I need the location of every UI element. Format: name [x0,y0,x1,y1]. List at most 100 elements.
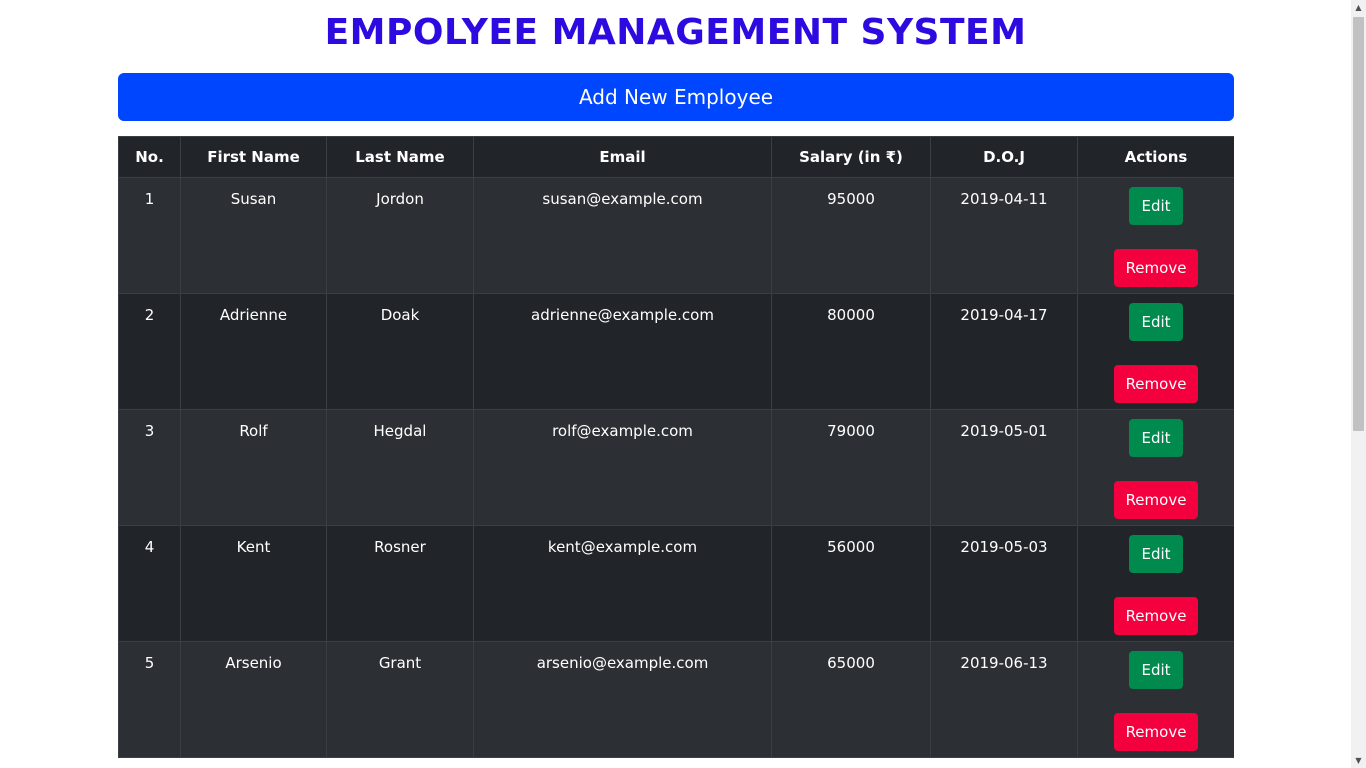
column-header-email: Email [473,136,772,178]
cell-doj-text: 2019-04-17 [960,306,1048,324]
cell-no: 5 [118,641,181,758]
cell-last-name: Doak [326,293,474,410]
cell-last-name: Grant [326,641,474,758]
column-header-salary: Salary (in ₹) [771,136,931,178]
cell-salary-text: 80000 [827,306,875,324]
cell-salary: 79000 [771,409,931,526]
cell-first-name-text: Rolf [239,422,268,440]
edit-button[interactable]: Edit [1129,187,1183,225]
cell-email-text: rolf@example.com [552,422,693,440]
cell-salary: 95000 [771,177,931,294]
scroll-up-arrow-icon[interactable]: ▲ [1351,0,1366,15]
cell-no: 2 [118,293,181,410]
edit-button[interactable]: Edit [1129,651,1183,689]
cell-last-name-text: Rosner [374,538,426,556]
vertical-scrollbar[interactable]: ▲ ▼ [1351,0,1366,768]
cell-salary-text: 56000 [827,538,875,556]
row-actions: Edit Remove [1078,303,1234,403]
row-actions: Edit Remove [1078,419,1234,519]
cell-no: 1 [118,177,181,294]
cell-actions: Edit Remove [1077,177,1234,294]
page: EMPOLYEE MANAGEMENT SYSTEM Add New Emplo… [0,0,1366,768]
cell-doj-text: 2019-04-11 [960,190,1048,208]
column-header-first-name: First Name [180,136,327,178]
cell-doj-text: 2019-06-13 [960,654,1048,672]
table-row: 4 Kent Rosner kent@example.com 56000 2019-05-… [118,525,1234,642]
cell-actions: Edit Remove [1077,641,1234,758]
cell-email: adrienne@example.com [473,293,772,410]
column-header-doj: D.O.J [930,136,1078,178]
remove-button[interactable]: Remove [1113,597,1199,635]
cell-first-name: Rolf [180,409,327,526]
remove-button[interactable]: Remove [1113,713,1199,751]
cell-actions: Edit Remove [1077,409,1234,526]
row-actions: Edit Remove [1078,535,1234,635]
cell-first-name-text: Adrienne [219,306,288,324]
edit-button[interactable]: Edit [1129,419,1183,457]
employee-table-container: No. First Name Last Name Email Salary (i… [118,136,1234,768]
cell-last-name: Jordon [326,177,474,294]
cell-salary: 80000 [771,293,931,410]
cell-last-name-text: Hegdal [373,422,427,440]
cell-email: susan@example.com [473,177,772,294]
table-header: No. First Name Last Name Email Salary (i… [118,136,1234,178]
cell-no: 3 [118,409,181,526]
cell-doj: 2019-05-01 [930,409,1078,526]
cell-email-text: kent@example.com [547,538,698,556]
edit-button[interactable]: Edit [1129,303,1183,341]
cell-first-name-text: Susan [230,190,277,208]
header-row: No. First Name Last Name Email Salary (i… [118,136,1234,178]
cell-last-name: Rosner [326,525,474,642]
cell-doj: 2019-04-11 [930,177,1078,294]
cell-email: kent@example.com [473,525,772,642]
cell-salary-text: 95000 [827,190,875,208]
cell-last-name-text: Grant [378,654,422,672]
remove-button[interactable]: Remove [1113,365,1199,403]
cell-doj: 2019-04-17 [930,293,1078,410]
cell-doj-text: 2019-05-01 [960,422,1048,440]
cell-email-text: susan@example.com [542,190,703,208]
row-actions: Edit Remove [1078,187,1234,287]
column-header-actions: Actions [1077,136,1234,178]
cell-last-name-text: Jordon [376,190,424,208]
cell-last-name: Hegdal [326,409,474,526]
cell-actions: Edit Remove [1077,525,1234,642]
column-header-last-name: Last Name [326,136,474,178]
scroll-down-arrow-icon[interactable]: ▼ [1351,753,1366,768]
cell-no-text: 4 [144,538,155,556]
edit-button[interactable]: Edit [1129,535,1183,573]
row-actions: Edit Remove [1078,651,1234,751]
cell-salary: 56000 [771,525,931,642]
cell-first-name: Susan [180,177,327,294]
cell-email-text: arsenio@example.com [536,654,709,672]
page-title: EMPOLYEE MANAGEMENT SYSTEM [324,12,1027,53]
remove-button[interactable]: Remove [1113,249,1199,287]
cell-salary: 65000 [771,641,931,758]
cell-doj: 2019-05-03 [930,525,1078,642]
cell-no-text: 3 [144,422,155,440]
cell-first-name-text: Arsenio [225,654,282,672]
cell-no: 4 [118,525,181,642]
add-new-employee-button[interactable]: Add New Employee [118,73,1234,121]
cell-doj: 2019-06-13 [930,641,1078,758]
table-body: 1 Susan Jordon susan@example.com 95000 2019-0… [118,177,1234,758]
cell-first-name: Kent [180,525,327,642]
cell-email: rolf@example.com [473,409,772,526]
cell-doj-text: 2019-05-03 [960,538,1048,556]
cell-first-name: Arsenio [180,641,327,758]
cell-first-name-text: Kent [236,538,271,556]
cell-no-text: 1 [144,190,155,208]
remove-button[interactable]: Remove [1113,481,1199,519]
table-row: 5 Arsenio Grant arsenio@example.com 65000 201… [118,641,1234,758]
table-row: 1 Susan Jordon susan@example.com 95000 2019-0… [118,177,1234,294]
cell-email: arsenio@example.com [473,641,772,758]
cell-actions: Edit Remove [1077,293,1234,410]
table-row: 2 Adrienne Doak adrienne@example.com 80000 20… [118,293,1234,410]
cell-no-text: 5 [144,654,155,672]
cell-salary-text: 79000 [827,422,875,440]
table-row: 3 Rolf Hegdal rolf@example.com 79000 2019-05-… [118,409,1234,526]
cell-email-text: adrienne@example.com [531,306,714,324]
cell-last-name-text: Doak [380,306,420,324]
column-header-no: No. [118,136,181,178]
scrollbar-thumb[interactable] [1353,17,1364,431]
